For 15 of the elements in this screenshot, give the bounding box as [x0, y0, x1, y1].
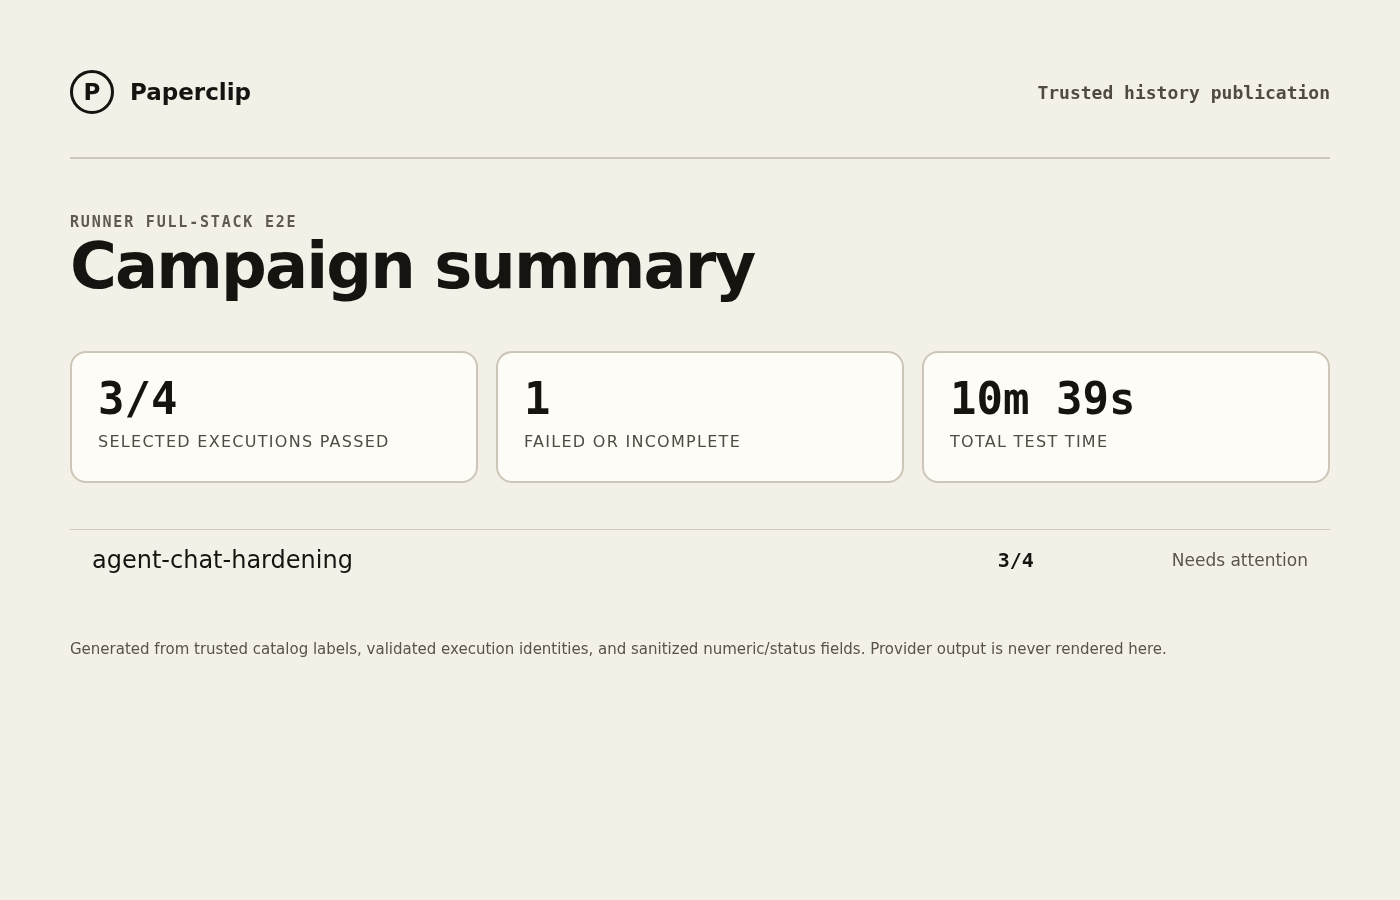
stat-label: FAILED OR INCOMPLETE — [524, 431, 742, 451]
header-tagline: Trusted history publication — [1037, 81, 1330, 103]
page-title: Campaign summary — [70, 231, 755, 302]
stat-label: TOTAL TEST TIME — [950, 431, 1109, 451]
stat-label: SELECTED EXECUTIONS PASSED — [98, 431, 390, 451]
brand-logo: P — [70, 70, 114, 114]
campaign-status: Needs attention — [1171, 550, 1308, 571]
page-eyebrow: RUNNER FULL-STACK E2E — [70, 213, 298, 231]
campaign-name: agent-chat-hardening — [92, 546, 353, 575]
footer-note: Generated from trusted catalog labels, validated execution identities, and sanitized numeric/status fields. Provider output is never rendered here. — [70, 640, 1167, 659]
campaign-pass-count: 3/4 — [997, 548, 1034, 573]
stat-value: 3/4 — [98, 375, 178, 424]
brand-name: Paperclip — [130, 79, 252, 105]
stat-value: 1 — [524, 375, 551, 424]
stat-value: 10m 39s — [950, 375, 1136, 424]
